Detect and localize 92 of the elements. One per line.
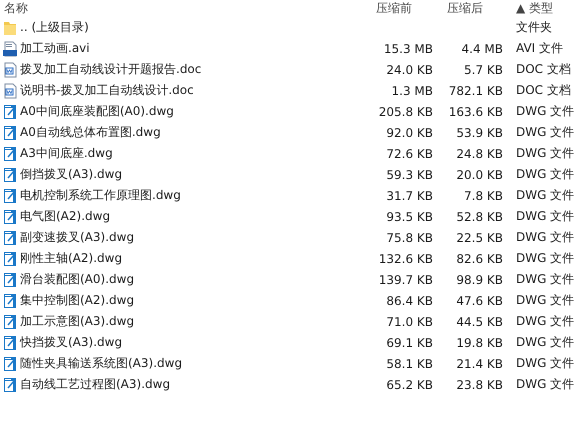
column-header[interactable]: ▲ 类型 [503, 0, 554, 17]
file-name[interactable]: 快挡拨叉(A3).dwg [20, 334, 122, 351]
compressed-size: 782.1 KB [448, 84, 503, 98]
compressed-size: 5.7 KB [464, 62, 503, 76]
original-size: 71.0 KB [386, 314, 433, 328]
file-name[interactable]: 加工示意图(A3).dwg [20, 313, 134, 330]
file-name[interactable]: 说明书-拨叉加工自动线设计.doc [20, 82, 194, 99]
file-name[interactable]: A3中间底座.dwg [20, 145, 113, 162]
file-type: DWG 文件 [516, 104, 574, 118]
file-type: DWG 文件 [516, 293, 574, 307]
file-type: DWG 文件 [516, 125, 574, 139]
compressed-size: 52.8 KB [456, 210, 503, 224]
compressed-size: 23.8 KB [456, 378, 503, 392]
file-name[interactable]: 副变速拨叉(A3).dwg [20, 229, 134, 246]
drawing-file-icon [3, 272, 17, 288]
compressed-size: 7.8 KB [464, 188, 503, 202]
compressed-size: 19.8 KB [456, 336, 503, 350]
compressed-size: 47.6 KB [456, 294, 503, 308]
drawing-file-icon [3, 292, 17, 308]
drawing-file-icon [3, 230, 17, 246]
drawing-file-icon [3, 314, 17, 330]
original-size: 205.8 KB [378, 104, 433, 118]
drawing-file-icon [3, 376, 17, 392]
compressed-size: 163.6 KB [448, 104, 503, 118]
compressed-size: 98.9 KB [456, 272, 503, 286]
file-name[interactable]: 倒挡拨叉(A3).dwg [20, 166, 122, 183]
original-size: 65.2 KB [386, 378, 433, 392]
original-size: 93.5 KB [386, 210, 433, 224]
file-name[interactable]: 电机控制系统工作原理图.dwg [20, 187, 181, 204]
file-type: DWG 文件 [516, 146, 574, 160]
compressed-size: 44.5 KB [456, 314, 503, 328]
original-size: 75.8 KB [386, 230, 433, 244]
file-name[interactable]: A0自动线总体布置图.dwg [20, 124, 161, 141]
file-name[interactable]: 加工动画.avi [20, 40, 90, 57]
file-type: AVI 文件 [516, 41, 564, 55]
file-type: DWG 文件 [516, 209, 574, 223]
compressed-size: 24.8 KB [456, 146, 503, 160]
file-name[interactable]: 刚性主轴(A2).dwg [20, 250, 122, 267]
original-size: 59.3 KB [386, 168, 433, 182]
original-size: 24.0 KB [386, 62, 433, 76]
compressed-size: 82.6 KB [456, 252, 503, 266]
file-name[interactable]: 自动线工艺过程图(A3).dwg [20, 376, 170, 393]
drawing-file-icon [3, 250, 17, 266]
file-type: DWG 文件 [516, 230, 574, 244]
original-size: 69.1 KB [386, 336, 433, 350]
column-header[interactable]: 名称 [0, 0, 362, 17]
file-name[interactable]: .. (上级目录) [20, 19, 89, 36]
drawing-file-icon [3, 104, 17, 120]
compressed-size: 21.4 KB [456, 356, 503, 370]
video-file-icon [3, 40, 17, 56]
file-name[interactable]: A0中间底座装配图(A0).dwg [20, 103, 174, 120]
file-type: DWG 文件 [516, 377, 574, 391]
original-size: 31.7 KB [386, 188, 433, 202]
folder-icon [3, 20, 17, 36]
drawing-file-icon [3, 334, 17, 350]
file-type: DWG 文件 [516, 356, 574, 370]
original-size: 86.4 KB [386, 294, 433, 308]
drawing-file-icon [3, 356, 17, 372]
column-header[interactable]: 压缩后 [433, 0, 503, 17]
file-type: DWG 文件 [516, 272, 574, 286]
file-name[interactable]: 电气图(A2).dwg [20, 208, 110, 225]
drawing-file-icon [3, 124, 17, 140]
file-name[interactable]: 集中控制图(A2).dwg [20, 292, 134, 309]
drawing-file-icon [3, 208, 17, 224]
file-type: DWG 文件 [516, 251, 574, 265]
file-type: DWG 文件 [516, 188, 574, 202]
original-size: 132.6 KB [378, 252, 433, 266]
file-type: DWG 文件 [516, 335, 574, 349]
file-type: DOC 文档 [516, 83, 571, 97]
file-type: DOC 文档 [516, 62, 571, 76]
document-icon [3, 62, 17, 78]
file-type: DWG 文件 [516, 314, 574, 328]
original-size: 92.0 KB [386, 126, 433, 140]
original-size: 15.3 MB [384, 42, 433, 56]
compressed-size: 53.9 KB [456, 126, 503, 140]
compressed-size: 22.5 KB [456, 230, 503, 244]
drawing-file-icon [3, 166, 17, 182]
original-size: 139.7 KB [378, 272, 433, 286]
file-name[interactable]: 滑台装配图(A0).dwg [20, 271, 134, 288]
original-size: 58.1 KB [386, 356, 433, 370]
file-type: DWG 文件 [516, 167, 574, 181]
original-size: 1.3 MB [392, 84, 433, 98]
compressed-size: 4.4 MB [462, 42, 503, 56]
compressed-size: 20.0 KB [456, 168, 503, 182]
drawing-file-icon [3, 146, 17, 162]
file-type: 文件夹 [516, 20, 552, 34]
file-name[interactable]: 随性夹具输送系统图(A3).dwg [20, 355, 182, 372]
column-header[interactable]: 压缩前 [362, 0, 433, 17]
file-name[interactable]: 拨叉加工自动线设计开题报告.doc [20, 61, 202, 78]
original-size: 72.6 KB [386, 146, 433, 160]
document-icon [3, 82, 17, 98]
drawing-file-icon [3, 188, 17, 204]
